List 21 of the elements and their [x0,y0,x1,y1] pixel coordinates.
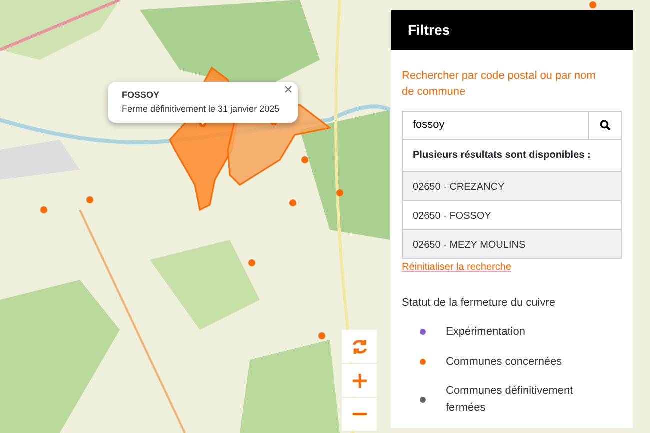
search-field[interactable]: fossoy [402,111,588,140]
popup-text: Ferme définitivement le 31 janvier 2025 [122,102,281,116]
close-icon [285,86,292,93]
legend-label: Communes définitivement fermées [446,384,574,416]
popup-title: FOSSOY [122,89,161,102]
refresh-icon [350,338,368,356]
legend-label: Communes concernées [446,354,562,370]
minus-icon [352,413,366,416]
refresh-button[interactable] [342,330,377,363]
close-button[interactable] [283,84,294,95]
status-heading: Statut de la fermeture du cuivre [402,296,556,310]
panel-title: Filtres [391,10,633,50]
search-label: Rechercher par code postal ou par nom de commune [402,69,597,100]
legend-label: Expérimentation [446,325,526,340]
plus-icon [350,372,368,390]
zoom-out-button[interactable] [342,398,377,431]
zoom-in-button[interactable] [342,364,377,397]
search-button[interactable] [588,111,622,140]
result-item[interactable]: 02650 - CREZANCY [402,172,622,201]
result-item[interactable]: 02650 - MEZY MOULINS [402,230,622,259]
search-icon [600,120,610,131]
